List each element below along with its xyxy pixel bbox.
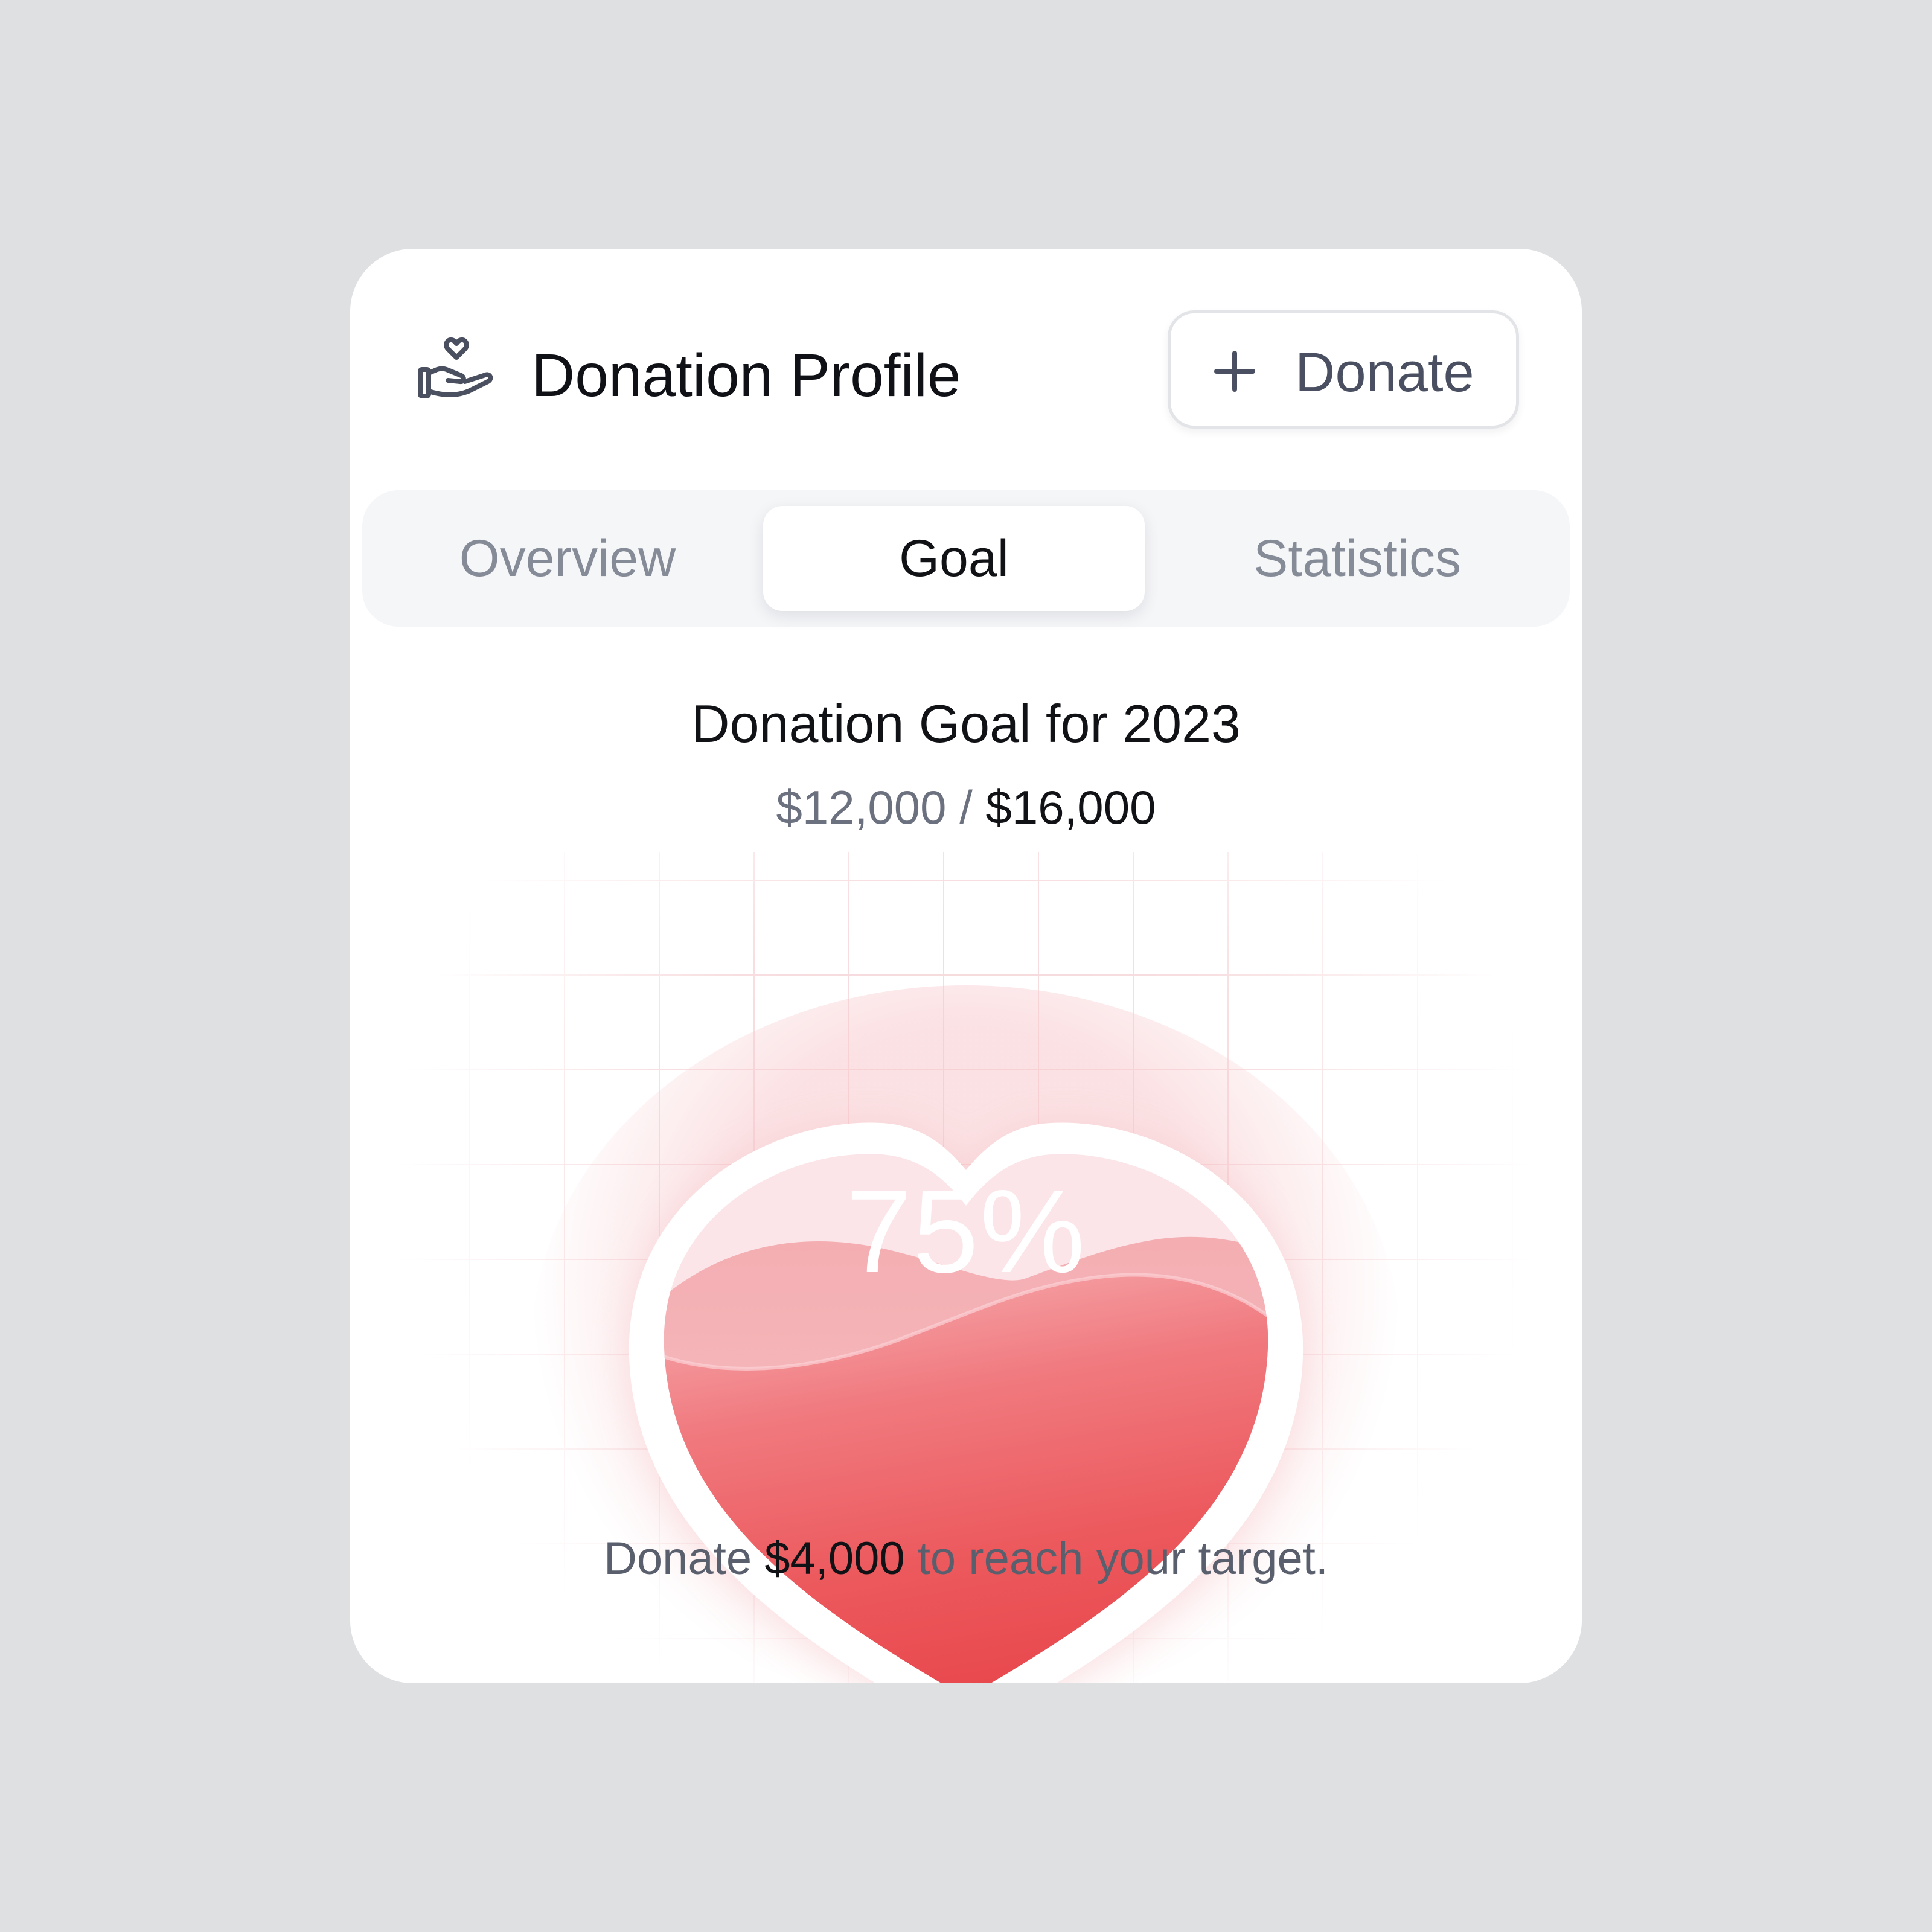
raised-amount: $12,000	[776, 781, 947, 834]
goal-title: Donation Goal for 2023	[691, 694, 1241, 753]
tab-goal[interactable]: Goal	[763, 506, 1145, 611]
donate-button-label: Donate	[1295, 342, 1474, 403]
page-title: Donation Profile	[531, 342, 961, 409]
progress-percent: 75%	[845, 1165, 1087, 1297]
remaining-amount: $4,000	[764, 1533, 905, 1584]
plus-icon	[1214, 351, 1255, 392]
remaining-suffix: to reach your target.	[917, 1533, 1328, 1584]
tab-statistics[interactable]: Statistics	[1145, 506, 1570, 611]
hand-heart-icon	[418, 337, 493, 398]
donation-card: Donation Profile Donate Overview Goal St…	[350, 249, 1582, 1683]
donate-button[interactable]: Donate	[1168, 310, 1519, 429]
amount-separator: /	[959, 781, 973, 834]
card-header: Donation Profile Donate	[350, 249, 1582, 490]
tab-overview[interactable]: Overview	[362, 506, 773, 611]
goal-amounts: $12,000 / $16,000	[350, 768, 1582, 846]
remaining-prefix: Donate	[604, 1533, 752, 1584]
target-amount: $16,000	[985, 781, 1156, 834]
tab-bar: Overview Goal Statistics	[362, 490, 1570, 627]
remaining-message: Donate $4,000 to reach your target.	[350, 1517, 1582, 1601]
